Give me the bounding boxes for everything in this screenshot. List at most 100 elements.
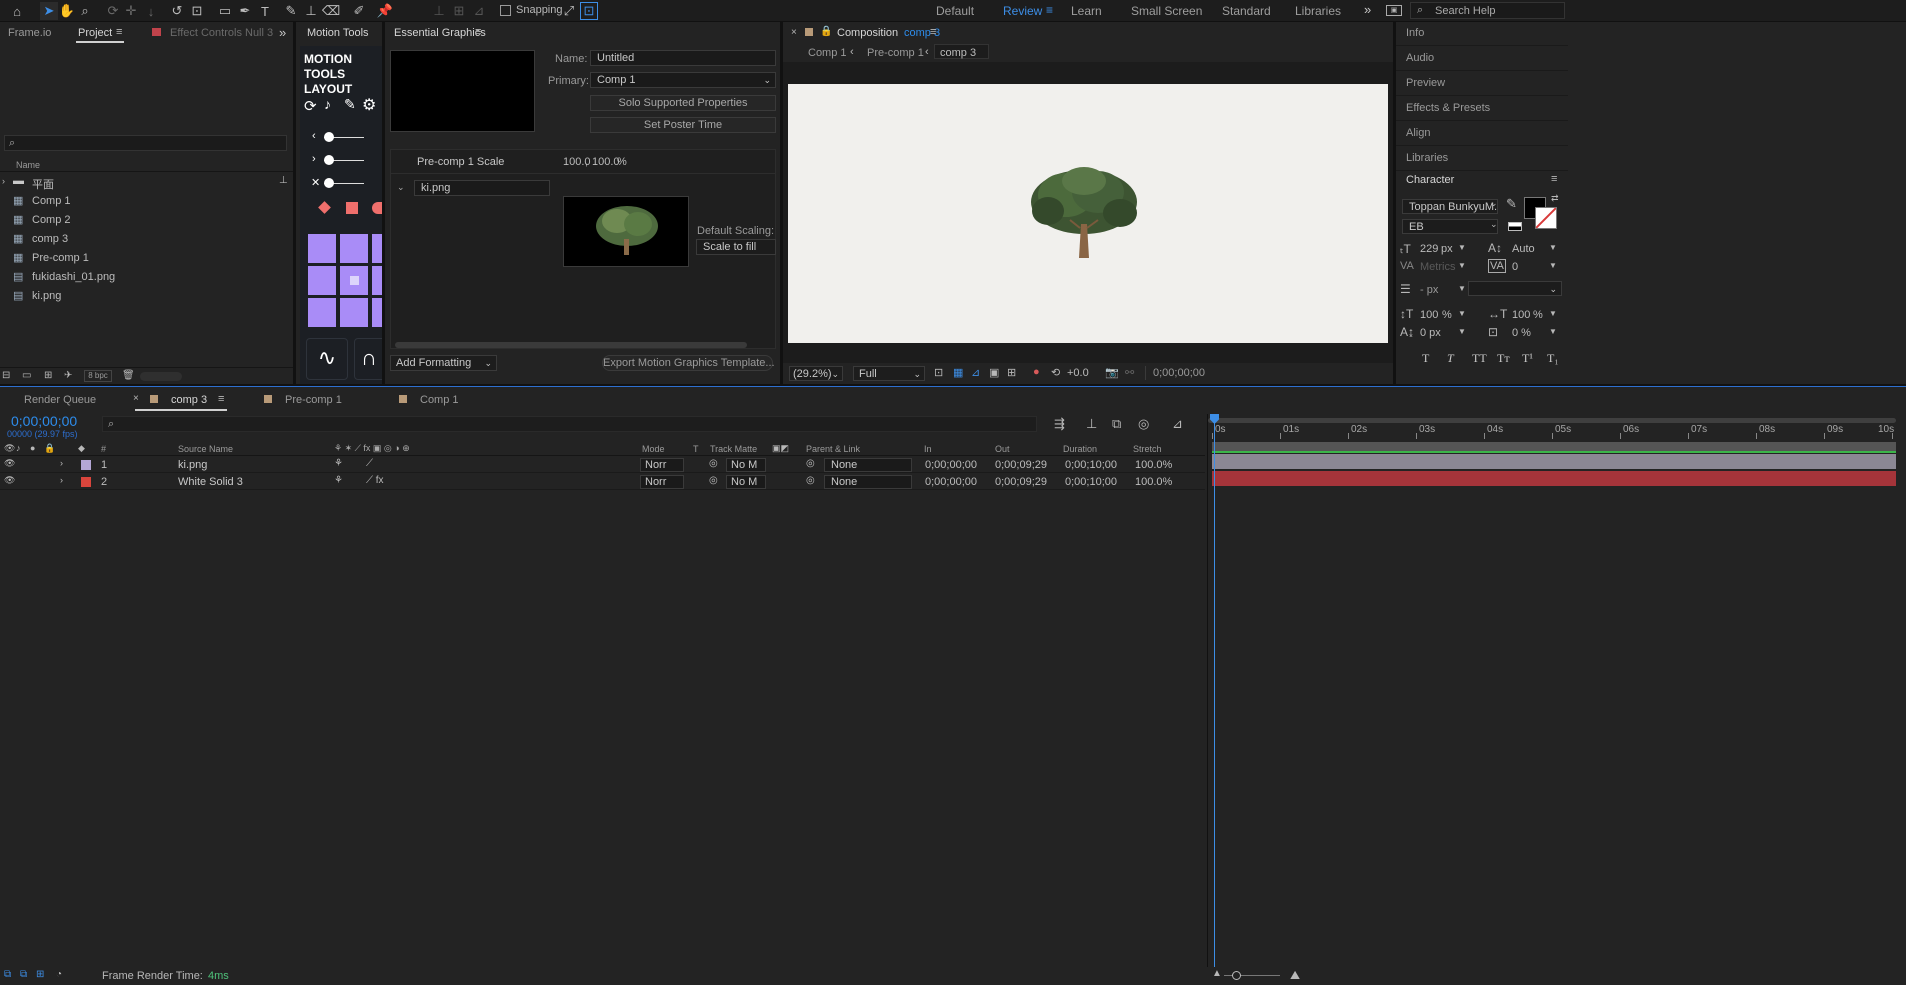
layer-track-matte-select[interactable]: No M: [726, 475, 766, 489]
tab-essential-graphics[interactable]: Essential Graphics: [394, 27, 486, 39]
property-row[interactable]: Pre-comp 1 Scale 100.0 , 100.0 %: [391, 150, 775, 174]
layer-source-name[interactable]: White Solid 3: [178, 476, 243, 488]
chevron-right-icon[interactable]: ›: [60, 475, 63, 485]
snapshot-icon[interactable]: 📷: [1105, 366, 1119, 379]
rectangle-tool-icon[interactable]: ▭: [216, 2, 234, 20]
chevron-left-icon[interactable]: ‹: [312, 130, 316, 142]
project-item[interactable]: › ▬ 平面 ⊥: [0, 173, 293, 192]
shy-switch-icon[interactable]: ⚘: [334, 475, 343, 486]
project-item[interactable]: ▦ comp 3: [0, 230, 293, 249]
zoom-out-icon[interactable]: ▲: [1212, 968, 1222, 979]
layer-track-bar[interactable]: [1212, 471, 1896, 486]
project-item[interactable]: ▦ Pre-comp 1: [0, 249, 293, 268]
tab-render-queue[interactable]: Render Queue: [24, 394, 96, 406]
anchor-bottom-right[interactable]: [372, 298, 382, 327]
column-stretch[interactable]: Stretch: [1133, 444, 1162, 454]
axis-local-icon[interactable]: ⊥: [430, 2, 448, 20]
layer-stretch[interactable]: 100.0%: [1135, 459, 1172, 471]
wave-easing-icon[interactable]: ∿: [306, 338, 348, 380]
close-icon[interactable]: ×: [133, 393, 139, 404]
axis-view-icon[interactable]: ⊿: [470, 2, 488, 20]
vertical-scale-dropdown-icon[interactable]: ▼: [1458, 309, 1466, 318]
tree-image[interactable]: [1026, 166, 1144, 262]
tab-comp-1[interactable]: Comp 1: [420, 394, 459, 406]
refresh-icon[interactable]: ⟳: [304, 97, 317, 115]
anchor-top-right[interactable]: [372, 234, 382, 263]
anchor-top-left[interactable]: [308, 234, 336, 263]
chevron-right-icon[interactable]: ›: [2, 176, 5, 186]
workspace-menu-icon[interactable]: ≡: [1046, 3, 1053, 17]
project-menu-icon[interactable]: ≡: [116, 26, 122, 38]
slider-2-handle[interactable]: [324, 155, 334, 165]
column-in[interactable]: In: [924, 444, 932, 454]
column-out[interactable]: Out: [995, 444, 1010, 454]
right-panel-item[interactable]: Align: [1396, 122, 1568, 146]
roto-brush-tool-icon[interactable]: ✐: [350, 2, 368, 20]
project-item[interactable]: ▤ fukidashi_01.png: [0, 268, 293, 287]
solo-column-icon[interactable]: ●: [30, 443, 35, 453]
tab-project[interactable]: Project: [78, 27, 112, 39]
type-tool-icon[interactable]: T: [256, 2, 274, 20]
in-out-toggle-icon[interactable]: ⊞: [36, 969, 44, 980]
dolly-camera-icon[interactable]: ↓: [142, 2, 160, 20]
anchor-center[interactable]: [340, 266, 368, 295]
breadcrumb-comp-3[interactable]: comp 3: [940, 47, 976, 59]
anchor-bottom-left[interactable]: [308, 298, 336, 327]
composition-tab-prefix[interactable]: Composition: [837, 27, 898, 39]
kerning-dropdown-icon[interactable]: ▼: [1458, 261, 1466, 270]
slider-1-handle[interactable]: [324, 132, 334, 142]
pencil-icon[interactable]: ✎: [344, 96, 356, 113]
motion-blur-icon[interactable]: ◎: [1138, 416, 1149, 432]
rotation-tool-icon[interactable]: ↺: [168, 2, 186, 20]
preserve-transparency-icon[interactable]: ◎: [709, 458, 718, 469]
stroke-style-select[interactable]: ⌄: [1468, 281, 1562, 296]
media-thumbnail[interactable]: [563, 196, 689, 267]
preserve-transparency-icon[interactable]: ◎: [709, 475, 718, 486]
square-keyframe-icon[interactable]: [346, 202, 358, 214]
pan-camera-icon[interactable]: ✛: [122, 2, 140, 20]
layer-parent-select[interactable]: None: [824, 458, 912, 472]
close-icon[interactable]: ×: [791, 27, 797, 38]
transparency-grid-icon[interactable]: ▦: [953, 366, 963, 379]
right-panel-item[interactable]: Info: [1396, 22, 1568, 46]
subscript-button[interactable]: T₁: [1547, 351, 1559, 366]
snap-grid-icon[interactable]: ⊡: [580, 2, 598, 20]
composition-canvas[interactable]: [788, 84, 1388, 343]
eyedropper-icon[interactable]: ✎: [1506, 196, 1517, 212]
faux-italic-button[interactable]: T: [1447, 351, 1454, 366]
workspace-learn[interactable]: Learn: [1071, 4, 1102, 18]
lock-icon[interactable]: 🔒: [820, 26, 832, 37]
right-panel-item[interactable]: Audio: [1396, 47, 1568, 71]
snapping-checkbox[interactable]: [500, 5, 511, 16]
color-channels-icon[interactable]: ●: [1033, 366, 1040, 378]
column-duration[interactable]: Duration: [1063, 444, 1097, 454]
leading-dropdown-icon[interactable]: ▼: [1549, 243, 1557, 252]
essential-graphics-menu-icon[interactable]: ≡: [475, 26, 481, 38]
solo-supported-properties-button[interactable]: Solo Supported Properties: [590, 95, 776, 111]
selection-tool-icon[interactable]: ➤: [40, 2, 58, 20]
properties-scrollbar[interactable]: [395, 342, 747, 348]
show-snapshot-icon[interactable]: ⚯: [1125, 366, 1134, 379]
new-comp-icon[interactable]: ⊞: [44, 370, 52, 381]
workspace-libraries[interactable]: Libraries: [1295, 4, 1341, 18]
new-folder-icon[interactable]: ▭: [22, 370, 31, 381]
time-ruler[interactable]: 0s 01s 02s 03s 04s 05s 06s 07s 08s 09s 10s: [1208, 424, 1898, 444]
guides-icon[interactable]: ⊞: [1007, 366, 1016, 379]
layer-label-color[interactable]: [81, 460, 91, 470]
slider-3-handle[interactable]: [324, 178, 334, 188]
region-of-interest-icon[interactable]: ▣: [989, 366, 999, 379]
primary-comp-select[interactable]: Comp 1 ⌄: [590, 72, 776, 88]
quality-switch-icon[interactable]: ⟋ fx: [366, 475, 384, 486]
anchor-point-tool-icon[interactable]: ⊡: [188, 2, 206, 20]
zoom-slider-handle[interactable]: [1232, 971, 1241, 980]
workspace-standard[interactable]: Standard: [1222, 4, 1271, 18]
baseline-shift-dropdown-icon[interactable]: ▼: [1458, 327, 1466, 336]
small-caps-button[interactable]: Tт: [1497, 351, 1510, 366]
tab-frameio[interactable]: Frame.io: [8, 27, 51, 39]
axis-world-icon[interactable]: ⊞: [450, 2, 468, 20]
right-panel-item[interactable]: Libraries: [1396, 147, 1568, 171]
workspace-default[interactable]: Default: [936, 4, 974, 18]
anchor-top-center[interactable]: [340, 234, 368, 263]
faux-bold-button[interactable]: T: [1422, 351, 1429, 366]
home-icon[interactable]: ⌂: [8, 2, 26, 20]
